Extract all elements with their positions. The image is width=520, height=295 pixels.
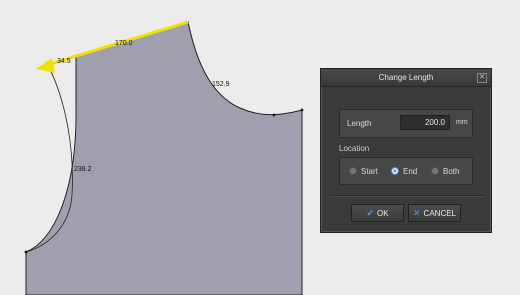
radio-end[interactable]: End	[391, 165, 417, 177]
close-icon[interactable]: ✕	[477, 73, 487, 83]
unit-label: mm	[456, 119, 468, 126]
point-marker[interactable]	[24, 250, 28, 254]
dim-label-arrow: 34.5	[57, 58, 71, 65]
radio-button-icon[interactable]	[349, 167, 357, 175]
point-marker[interactable]	[300, 108, 304, 112]
length-label: Length	[347, 119, 372, 128]
location-panel: Start End Both	[339, 157, 473, 185]
location-label: Location	[339, 144, 370, 153]
radio-button-selected-icon[interactable]	[391, 167, 399, 175]
check-icon: ✔	[366, 207, 374, 218]
divider	[329, 195, 483, 197]
ok-button[interactable]: ✔ OK	[351, 204, 404, 222]
ok-label: OK	[376, 208, 389, 218]
arrow-head-icon	[36, 58, 55, 73]
cancel-label: CANCEL	[423, 208, 456, 218]
length-input[interactable]: 200.0	[400, 115, 450, 130]
dim-label-side: 238.2	[74, 166, 92, 173]
dim-label-top: 170.0	[115, 40, 133, 47]
radio-both[interactable]: Both	[431, 165, 459, 177]
cancel-button[interactable]: ✕ CANCEL	[408, 204, 461, 222]
x-icon: ✕	[413, 207, 421, 218]
radio-end-label: End	[403, 166, 418, 176]
dialog-title: Change Length	[378, 73, 434, 82]
length-panel: Length 200.0 mm	[339, 109, 473, 138]
radio-start-label: Start	[361, 166, 378, 176]
dialog-titlebar[interactable]: Change Length ✕	[321, 69, 491, 87]
dim-label-neck: 152.9	[212, 81, 230, 88]
radio-start[interactable]: Start	[349, 165, 378, 177]
change-length-dialog: Change Length ✕ Length 200.0 mm Location…	[320, 68, 492, 233]
radio-both-label: Both	[443, 166, 460, 176]
radio-button-icon[interactable]	[431, 167, 439, 175]
point-marker[interactable]	[272, 113, 276, 117]
